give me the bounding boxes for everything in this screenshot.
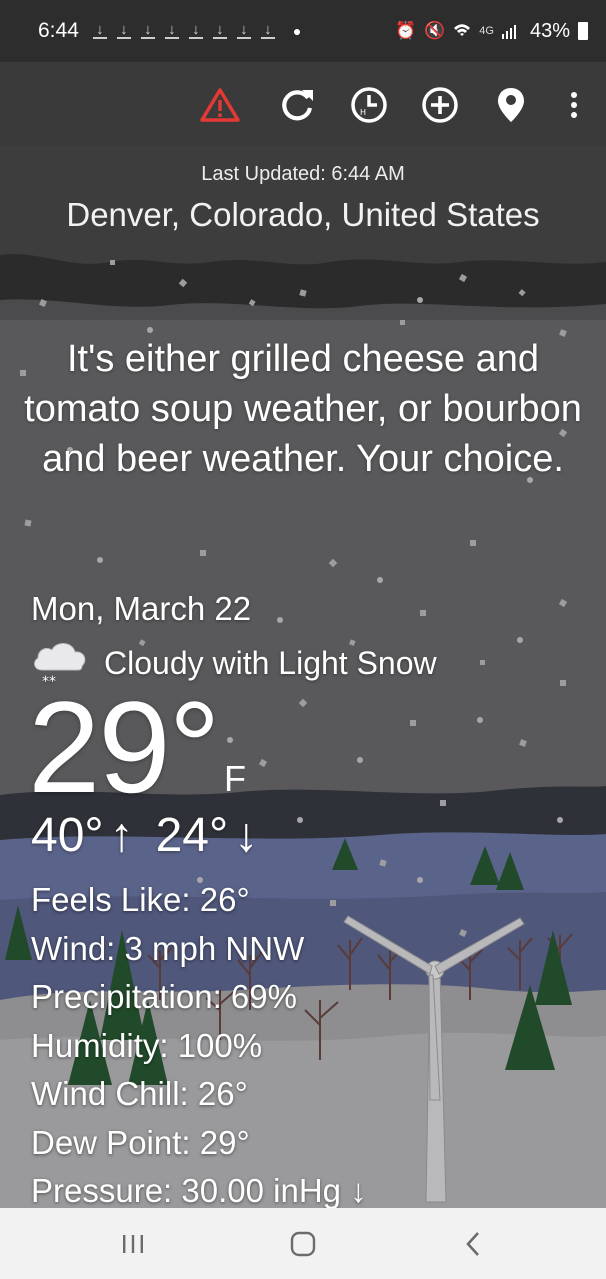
- weather-alert-button[interactable]: [199, 84, 241, 126]
- download-icon: ↓: [260, 22, 275, 39]
- humidity: Humidity: 100%: [31, 1026, 263, 1064]
- high-low-temps: 40° ↑ 24° ↓: [31, 808, 258, 863]
- system-icons: ⏰ 🔇 4G 43%: [395, 20, 588, 43]
- more-notifications-dot: ●: [292, 23, 302, 39]
- overflow-menu-button[interactable]: [553, 84, 595, 126]
- back-icon: [466, 1232, 479, 1256]
- home-button[interactable]: [283, 1226, 323, 1262]
- download-notification-icons: ↓ ↓ ↓ ↓ ↓ ↓ ↓ ↓: [92, 22, 275, 39]
- location-name[interactable]: Denver, Colorado, United States: [0, 196, 606, 234]
- arrow-down-icon: ↓: [234, 809, 259, 862]
- low-temp: 24°: [155, 809, 229, 862]
- svg-text:H: H: [360, 108, 366, 117]
- weather-quip: It's either grilled cheese and tomato so…: [24, 338, 582, 480]
- refresh-icon: [282, 90, 313, 121]
- status-bar: 6:44 ↓ ↓ ↓ ↓ ↓ ↓ ↓ ↓ ● ⏰ 🔇 4G 43%: [0, 0, 606, 62]
- recent-apps-icon: [123, 1235, 143, 1253]
- download-icon: ↓: [164, 22, 179, 39]
- wind: Wind: 3 mph NNW: [31, 929, 305, 967]
- current-temperature: 29°: [28, 674, 221, 820]
- weather-details-list: Feels Like: 26° Wind: 3 mph NNW Precipit…: [31, 876, 367, 1216]
- back-button[interactable]: [453, 1226, 493, 1262]
- precipitation: Precipitation: 69%: [31, 978, 297, 1015]
- temperature-unit[interactable]: F: [224, 758, 246, 800]
- high-temp: 40°: [31, 809, 104, 862]
- home-icon: [290, 1231, 316, 1257]
- add-location-icon: [422, 87, 458, 123]
- wind-chill: Wind Chill: 26°: [31, 1075, 248, 1112]
- history-clock-icon: H: [351, 87, 387, 123]
- hourly-forecast-button[interactable]: H: [348, 84, 390, 126]
- arrow-up-icon: ↑: [109, 809, 134, 862]
- download-icon: ↓: [116, 22, 131, 39]
- wifi-icon: [454, 24, 471, 36]
- download-icon: ↓: [92, 22, 107, 39]
- last-updated-text: Last Updated: 6:44 AM: [201, 163, 405, 185]
- alarm-icon: ⏰: [394, 21, 417, 40]
- dew-point: Dew Point: 29°: [31, 1123, 250, 1161]
- add-location-button[interactable]: [419, 84, 461, 126]
- download-icon: ↓: [140, 22, 155, 39]
- location-pin-icon: [498, 88, 524, 122]
- download-icon: ↓: [212, 22, 227, 39]
- refresh-button[interactable]: [276, 84, 318, 126]
- feels-like: Feels Like: 26°: [31, 881, 250, 918]
- locations-button[interactable]: [490, 84, 532, 126]
- network-type: 4G: [479, 25, 494, 37]
- app-toolbar: H: [0, 62, 606, 146]
- system-nav-bar: [0, 1208, 606, 1279]
- more-vert-icon: [571, 92, 577, 118]
- signal-icon: [501, 25, 516, 39]
- alert-icon: [200, 88, 240, 122]
- battery-icon: [578, 22, 588, 40]
- forecast-date: Mon, March 22: [31, 590, 252, 627]
- battery-percent: 43%: [529, 19, 570, 42]
- status-time: 6:44: [38, 19, 79, 42]
- recent-apps-button[interactable]: [113, 1226, 153, 1262]
- download-icon: ↓: [188, 22, 203, 39]
- mute-icon: 🔇: [424, 21, 446, 40]
- download-icon: ↓: [236, 22, 251, 39]
